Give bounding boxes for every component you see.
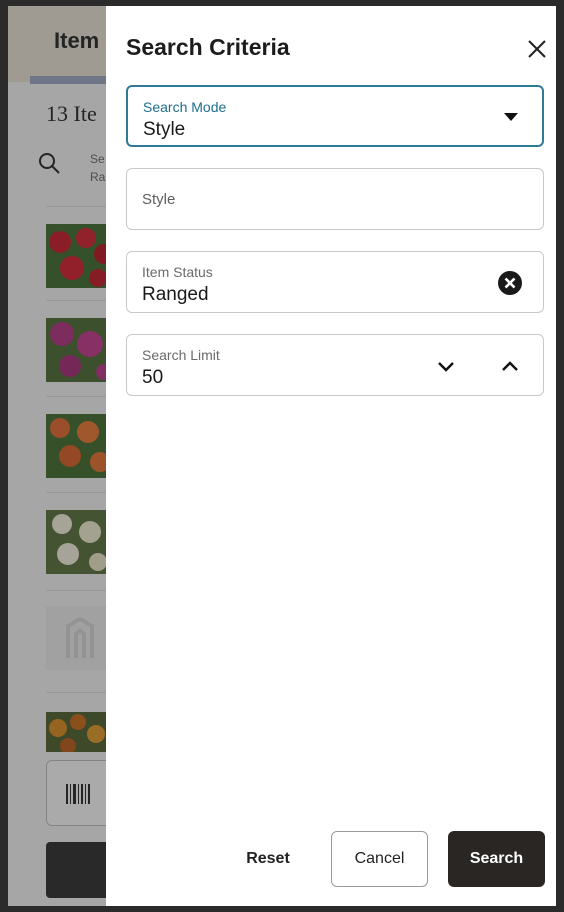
chevron-down-icon[interactable] bbox=[435, 355, 457, 377]
item-status-field[interactable]: Item Status Ranged bbox=[126, 251, 544, 313]
caret-down-icon[interactable] bbox=[504, 113, 518, 121]
app-frame: Item 13 Ite Se Ra Search Criteria Search… bbox=[8, 6, 556, 906]
search-limit-label: Search Limit bbox=[142, 347, 220, 363]
close-icon[interactable] bbox=[524, 36, 550, 62]
drawer-title: Search Criteria bbox=[126, 34, 290, 60]
search-button[interactable]: Search bbox=[448, 831, 545, 887]
search-mode-label: Search Mode bbox=[143, 99, 227, 115]
clear-icon[interactable] bbox=[497, 270, 523, 296]
search-criteria-drawer: Search Criteria Search Mode Style Style … bbox=[106, 6, 556, 906]
reset-button[interactable]: Reset bbox=[226, 831, 310, 887]
search-limit-stepper[interactable]: Search Limit 50 bbox=[126, 334, 544, 396]
cancel-button[interactable]: Cancel bbox=[331, 831, 428, 887]
style-placeholder: Style bbox=[142, 191, 176, 208]
search-limit-value: 50 bbox=[142, 367, 164, 388]
item-status-label: Item Status bbox=[142, 264, 213, 280]
search-mode-select[interactable]: Search Mode Style bbox=[126, 85, 544, 147]
item-status-value: Ranged bbox=[142, 284, 209, 305]
modal-scrim[interactable] bbox=[8, 6, 118, 906]
search-mode-value: Style bbox=[143, 119, 186, 140]
chevron-up-icon[interactable] bbox=[499, 355, 521, 377]
style-input[interactable]: Style bbox=[126, 168, 544, 230]
